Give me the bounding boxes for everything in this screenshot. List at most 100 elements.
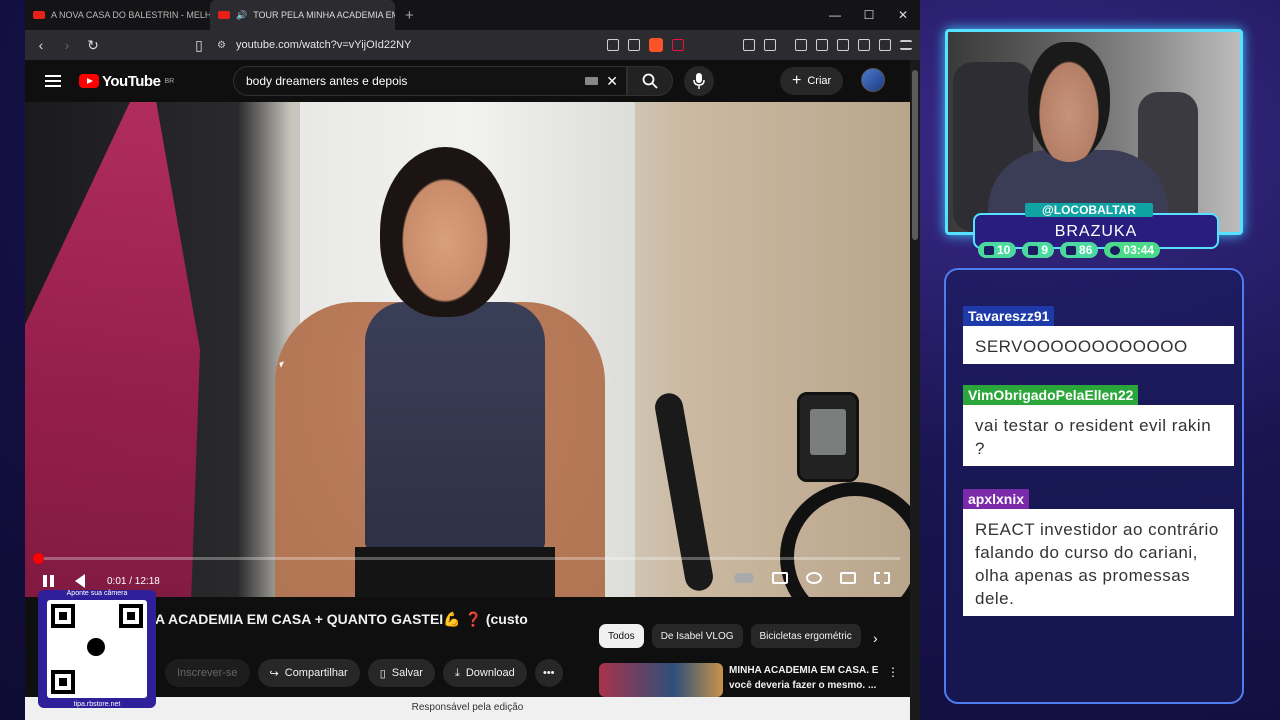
youtube-favicon-icon <box>33 11 45 19</box>
youtube-logo[interactable]: YouTube BR <box>79 73 174 90</box>
qr-code <box>47 600 147 698</box>
fullscreen-icon[interactable] <box>874 572 890 584</box>
browser-window: A NOVA CASA DO BALESTRIN - MELHOR DO 🔊 T… <box>25 0 920 720</box>
video-frame-top <box>365 302 545 552</box>
time-display: 0:01 / 12:18 <box>107 575 160 587</box>
create-label: Criar <box>807 75 832 87</box>
tab-label: A NOVA CASA DO BALESTRIN - MELHOR DO <box>51 10 210 20</box>
progress-bar[interactable] <box>33 553 900 564</box>
youtube-header: YouTube BR body dreamers antes e depois … <box>25 60 910 102</box>
chat-panel: Tavareszz91 SERVOOOOOOOOOOOO VimObrigado… <box>944 268 1244 704</box>
avatar[interactable] <box>861 68 885 92</box>
youtube-play-icon <box>79 74 99 88</box>
share-label: Compartilhar <box>284 667 348 679</box>
chat-username: Tavareszz91 <box>963 306 1055 326</box>
more-actions-button[interactable]: ••• <box>534 659 563 687</box>
twitch-viewers: 10 <box>978 242 1017 258</box>
chip-all[interactable]: Todos <box>599 624 644 648</box>
forward-icon[interactable]: › <box>59 37 75 53</box>
recommendation-thumbnail[interactable] <box>599 663 723 697</box>
cast-icon[interactable] <box>607 39 619 51</box>
video-player[interactable]: 0:01 / 12:18 <box>25 102 910 597</box>
search-input[interactable]: body dreamers antes e depois ✕ <box>233 66 627 96</box>
vpn-icon[interactable] <box>879 39 891 51</box>
search-button[interactable] <box>627 66 673 96</box>
wallet-icon[interactable] <box>837 39 849 51</box>
qr-top-label: Aponte sua câmera <box>66 590 128 597</box>
plus-icon: + <box>792 72 802 89</box>
video-info-area: A ACADEMIA EM CASA + QUANTO GASTEI💪 ❓ (c… <box>25 597 910 720</box>
search-query: body dreamers antes e depois <box>246 74 408 88</box>
tab-label: TOUR PELA MINHA ACADEMIA EM <box>253 10 395 20</box>
chat-text: SERVOOOOOOOOOOOO <box>963 326 1234 364</box>
youtube-icon <box>1028 245 1039 255</box>
video-actions: Inscrever-se ↪ Compartilhar ▯ Salvar ⤓ D… <box>165 659 563 687</box>
reload-icon[interactable]: ↻ <box>85 37 101 54</box>
menu-icon[interactable] <box>900 40 912 50</box>
save-button[interactable]: ▯ Salvar <box>367 659 435 687</box>
keyboard-icon[interactable] <box>585 77 599 85</box>
chat-message: VimObrigadoPelaEllen22 vai testar o resi… <box>963 385 1234 466</box>
more-vert-icon[interactable]: ⋮ <box>887 665 899 679</box>
share-arrow-icon: ↪ <box>269 667 279 680</box>
settings-gear-icon[interactable] <box>806 572 822 584</box>
save-label: Salvar <box>391 667 423 679</box>
kick-icon <box>1066 245 1077 255</box>
video-frame-exercise-bike <box>645 372 910 597</box>
miniplayer-icon[interactable] <box>840 572 856 584</box>
youtube-viewers: 9 <box>1022 242 1055 258</box>
autoplay-toggle[interactable] <box>734 573 754 583</box>
stream-stats: 10 9 86 03:44 <box>978 242 1161 258</box>
subscribe-button[interactable]: Inscrever-se <box>165 659 250 687</box>
subtitles-icon[interactable] <box>772 572 788 584</box>
edit-responsibility-bar: Responsável pela edição <box>25 697 910 720</box>
maximize-button[interactable]: ☐ <box>852 0 886 30</box>
bookmark-icon[interactable]: ▯ <box>191 37 207 54</box>
leo-icon[interactable] <box>858 39 870 51</box>
pause-icon[interactable] <box>43 575 55 587</box>
music-icon[interactable] <box>795 39 807 51</box>
sidebar-icon[interactable] <box>816 39 828 51</box>
address-bar: ‹ › ↻ ▯ ⚙ youtube.com/watch?v=vYijOId22N… <box>25 30 920 60</box>
create-button[interactable]: + Criar <box>780 67 844 95</box>
page-scrollbar[interactable] <box>910 60 920 720</box>
new-tab-button[interactable]: + <box>395 7 424 24</box>
tab-academia[interactable]: 🔊 TOUR PELA MINHA ACADEMIA EM ✕ <box>210 0 395 30</box>
close-window-button[interactable]: ✕ <box>886 0 920 30</box>
voice-search-button[interactable] <box>684 66 714 96</box>
qr-code-overlay: Aponte sua câmera tipa.rbstore.net <box>38 590 156 708</box>
stream-uptime: 03:44 <box>1104 242 1161 258</box>
chip-channel[interactable]: De Isabel VLOG <box>651 624 743 648</box>
screenshot-icon[interactable] <box>764 39 776 51</box>
bookmark-outline-icon: ▯ <box>379 667 386 680</box>
download-button[interactable]: ⤓ Download <box>442 659 527 687</box>
url-field[interactable]: youtube.com/watch?v=vYijOId22NY <box>236 39 411 51</box>
chat-username: VimObrigadoPelaEllen22 <box>963 385 1139 405</box>
share-button[interactable]: ↪ Compartilhar <box>257 659 360 687</box>
clear-search-icon[interactable]: ✕ <box>606 73 618 90</box>
recommendation-title[interactable]: MINHA ACADEMIA EM CASA. E você deveria f… <box>729 663 879 693</box>
rewards-icon[interactable] <box>672 39 684 51</box>
video-frame-hammock <box>25 102 200 597</box>
window-controls: — ☐ ✕ <box>818 0 920 30</box>
volume-icon[interactable] <box>75 574 85 588</box>
minimize-button[interactable]: — <box>818 0 852 30</box>
back-icon[interactable]: ‹ <box>33 37 49 53</box>
chip-bikes[interactable]: Bicicletas ergométric <box>750 624 861 648</box>
video-frame-face <box>380 147 510 317</box>
microphone-icon <box>85 636 107 658</box>
extensions-area <box>607 38 912 52</box>
chat-message: apxlxnix REACT investidor ao contrário f… <box>963 489 1234 616</box>
site-settings-icon[interactable]: ⚙ <box>217 40 226 51</box>
recommendation-chips: Todos De Isabel VLOG Bicicletas ergométr… <box>599 624 861 648</box>
share-icon[interactable] <box>628 39 640 51</box>
chat-username: apxlxnix <box>963 489 1030 509</box>
extension-icon[interactable] <box>743 39 755 51</box>
chat-text: vai testar o resident evil rakin ? <box>963 405 1234 466</box>
hamburger-menu-icon[interactable] <box>45 75 61 87</box>
chat-text: REACT investidor ao contrário falando do… <box>963 509 1234 616</box>
tab-balestrin[interactable]: A NOVA CASA DO BALESTRIN - MELHOR DO <box>25 0 210 30</box>
kick-viewers: 86 <box>1060 242 1099 258</box>
chevron-right-icon[interactable]: › <box>873 630 878 646</box>
brave-shields-icon[interactable] <box>649 38 663 52</box>
